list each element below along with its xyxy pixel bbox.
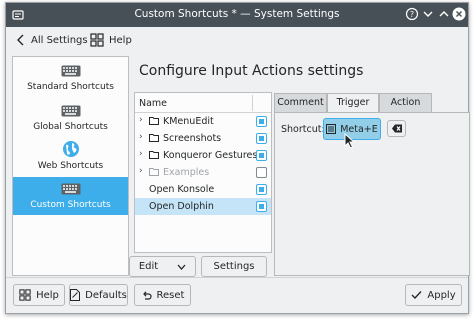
sidebar-item-label: Global Shortcuts — [33, 122, 108, 132]
tab-comment[interactable]: Comment — [274, 93, 327, 112]
tree-row-kmenuedit[interactable]: › KMenuEdit — [135, 113, 271, 130]
toolbar-help-button[interactable]: Help — [90, 31, 132, 49]
sidebar-item-web-shortcuts[interactable]: Web Shortcuts — [13, 138, 128, 176]
enabled-checkbox[interactable] — [256, 116, 267, 127]
defaults-button[interactable]: Defaults — [69, 284, 128, 306]
trigger-panel: Shortcut: Meta+E — [274, 112, 470, 276]
tab-action[interactable]: Action — [379, 93, 432, 112]
sidebar-item-label: Web Shortcuts — [37, 161, 104, 171]
enabled-checkbox[interactable] — [256, 133, 267, 144]
apply-button[interactable]: Apply — [405, 284, 462, 306]
clear-icon — [392, 124, 402, 133]
tree-row-label: Open Konsole — [149, 184, 215, 195]
page-title: Configure Input Actions settings — [139, 63, 364, 79]
defaults-icon — [70, 289, 81, 301]
edit-button-label: Edit — [138, 261, 159, 272]
sidebar: Standard Shortcuts Global Shortcuts Web … — [12, 56, 129, 276]
settings-button-label: Settings — [213, 261, 255, 272]
enabled-checkbox[interactable] — [256, 167, 267, 178]
title-bar[interactable]: Custom Shortcuts * — System Settings ? — [6, 3, 468, 27]
checkmark-icon — [411, 291, 422, 299]
actions-tree: Name › KMenuEdit › Screenshots › Konquer… — [134, 92, 272, 253]
tree-row-label: Examples — [163, 167, 210, 178]
name-column-header[interactable]: Name — [139, 98, 167, 109]
minimize-icon[interactable] — [420, 7, 436, 23]
defaults-button-label: Defaults — [85, 289, 127, 301]
mouse-cursor-icon — [344, 133, 356, 149]
expand-arrow-icon[interactable]: › — [139, 132, 143, 142]
folder-icon — [149, 117, 159, 125]
keyboard-icon — [61, 65, 81, 77]
sidebar-item-global-shortcuts[interactable]: Global Shortcuts — [13, 99, 128, 137]
column-separator — [252, 95, 253, 111]
maximize-icon[interactable] — [436, 7, 452, 23]
sidebar-item-custom-shortcuts[interactable]: Custom Shortcuts — [13, 177, 128, 215]
tree-row-label: KMenuEdit — [163, 116, 214, 127]
tree-row-label: Screenshots — [163, 133, 222, 144]
tree-row-label: Open Dolphin — [149, 201, 214, 212]
tab-label: Trigger — [336, 97, 370, 108]
back-arrow-icon — [17, 34, 24, 46]
toolbar: All Settings Help — [6, 27, 468, 53]
enabled-checkbox[interactable] — [256, 201, 267, 212]
globe-icon — [63, 141, 79, 157]
all-settings-label: All Settings — [31, 34, 88, 46]
reset-button[interactable]: Reset — [134, 284, 191, 306]
folder-icon — [149, 134, 159, 142]
clear-shortcut-button[interactable] — [387, 120, 406, 137]
footer-divider — [6, 277, 468, 278]
sidebar-item-label: Custom Shortcuts — [30, 200, 111, 210]
undo-icon — [142, 290, 152, 300]
svg-text:?: ? — [410, 10, 414, 19]
apply-button-label: Apply — [427, 289, 456, 301]
tree-row-label: Konqueror Gestures — [163, 150, 258, 161]
folder-icon — [149, 168, 159, 176]
sidebar-item-standard-shortcuts[interactable]: Standard Shortcuts — [13, 59, 128, 97]
expand-arrow-icon[interactable]: › — [139, 115, 143, 125]
tree-row-screenshots[interactable]: › Screenshots — [135, 130, 271, 147]
all-settings-button[interactable]: All Settings — [16, 31, 88, 49]
tab-label: Comment — [277, 97, 324, 108]
footer-help-label: Help — [36, 289, 59, 301]
system-settings-window: Custom Shortcuts * — System Settings ? A… — [5, 2, 470, 314]
help-grid-icon — [19, 289, 31, 301]
folder-icon — [149, 151, 159, 159]
tab-bar: Comment Trigger Action — [274, 93, 470, 113]
chevron-down-icon — [177, 264, 186, 270]
edit-dropdown-button[interactable]: Edit — [129, 256, 196, 277]
window-title: Custom Shortcuts * — System Settings — [134, 8, 340, 20]
help-grid-icon — [90, 33, 104, 47]
sidebar-item-label: Standard Shortcuts — [27, 82, 114, 92]
keyboard-shortcut-icon — [326, 124, 337, 134]
tree-row-examples[interactable]: › Examples — [135, 164, 271, 181]
tab-trigger[interactable]: Trigger — [327, 93, 379, 113]
tree-header: Name — [135, 93, 271, 113]
footer-help-button[interactable]: Help — [13, 284, 65, 306]
tab-label: Action — [390, 97, 421, 108]
tree-row-open-dolphin[interactable]: Open Dolphin — [135, 198, 271, 215]
tree-row-open-konsole[interactable]: Open Konsole — [135, 181, 271, 198]
reset-button-label: Reset — [156, 289, 185, 301]
help-icon[interactable]: ? — [404, 7, 420, 23]
toolbar-help-label: Help — [109, 34, 132, 46]
settings-button[interactable]: Settings — [201, 256, 267, 277]
close-icon[interactable] — [451, 7, 467, 23]
expand-arrow-icon[interactable]: › — [139, 166, 143, 176]
keyboard-icon — [61, 105, 81, 117]
enabled-checkbox[interactable] — [256, 150, 267, 161]
shortcut-label: Shortcut: — [281, 124, 325, 135]
keyboard-icon — [61, 183, 81, 195]
expand-arrow-icon[interactable]: › — [139, 149, 143, 159]
tree-row-konqueror-gestures[interactable]: › Konqueror Gestures — [135, 147, 271, 164]
enabled-checkbox[interactable] — [256, 184, 267, 195]
